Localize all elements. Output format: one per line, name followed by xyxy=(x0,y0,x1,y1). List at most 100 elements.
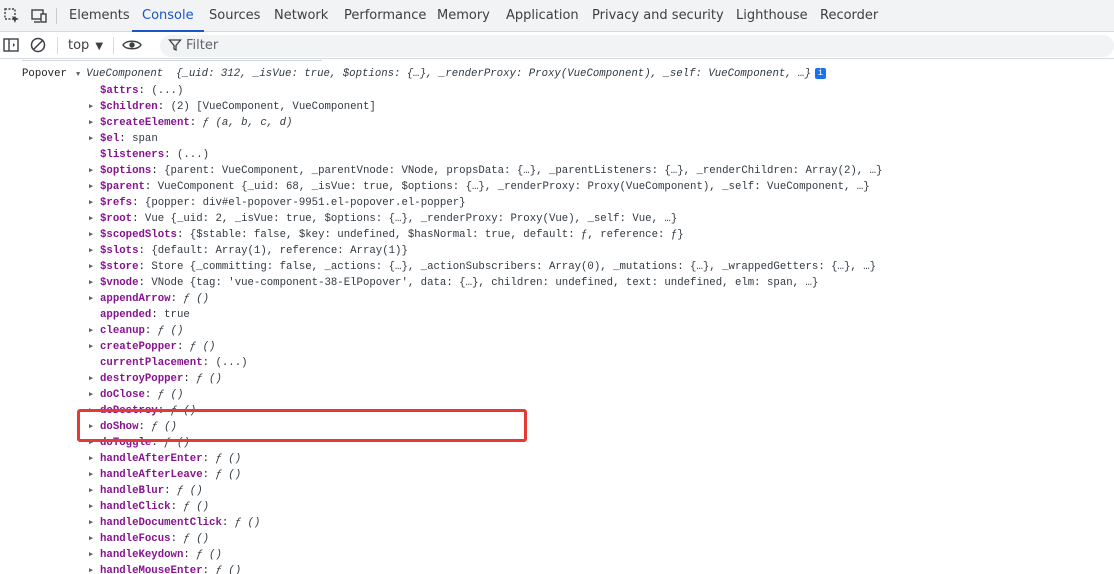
inspect-element-icon[interactable] xyxy=(3,7,21,25)
property-colon: : xyxy=(138,277,152,289)
property-row[interactable]: ▶ appendArrow: ƒ () xyxy=(89,291,209,307)
expand-triangle-icon[interactable]: ▶ xyxy=(89,179,93,195)
log-source: Popover xyxy=(22,68,67,80)
expand-triangle-icon[interactable]: ▶ xyxy=(89,99,93,115)
sidebar-toggle-icon[interactable] xyxy=(2,36,20,54)
live-expression-eye-icon[interactable] xyxy=(121,36,143,54)
property-key: createPopper xyxy=(100,341,177,353)
property-row[interactable]: ▶ doDestroy: ƒ () xyxy=(89,403,196,419)
property-colon: : xyxy=(202,565,216,574)
tab-application[interactable]: Application xyxy=(506,0,579,32)
expand-triangle-icon[interactable]: ▶ xyxy=(89,211,93,227)
expand-triangle-icon[interactable]: ▶ xyxy=(89,323,93,339)
property-colon: : xyxy=(119,133,133,145)
expand-triangle-icon[interactable]: ▶ xyxy=(89,339,93,355)
property-colon: : xyxy=(176,341,190,353)
property-row[interactable]: ▶ $root: Vue {_uid: 2, _isVue: true, $opt… xyxy=(89,211,677,227)
expand-triangle-icon[interactable]: ▶ xyxy=(89,243,93,259)
property-row[interactable]: ▶ handleAfterEnter: ƒ () xyxy=(89,451,241,467)
tab-recorder[interactable]: Recorder xyxy=(820,0,878,32)
property-row[interactable]: ▶ $scopedSlots: {$stable: false, $key: un… xyxy=(89,227,684,243)
expand-triangle-icon[interactable]: ▶ xyxy=(89,387,93,403)
tab-memory[interactable]: Memory xyxy=(437,0,490,32)
tab-network[interactable]: Network xyxy=(274,0,328,32)
expand-triangle-icon[interactable]: ▶ xyxy=(89,531,93,547)
expand-triangle-icon[interactable]: ▶ xyxy=(89,403,93,419)
expand-triangle-icon[interactable]: ▶ xyxy=(89,563,93,574)
property-row: currentPlacement: (...) xyxy=(89,355,248,371)
property-value: ƒ () xyxy=(215,469,242,481)
tab-lighthouse[interactable]: Lighthouse xyxy=(736,0,808,32)
clear-console-icon[interactable] xyxy=(29,36,47,54)
expand-triangle-icon[interactable]: ▶ xyxy=(89,419,93,435)
info-icon: i xyxy=(814,67,826,79)
property-row[interactable]: ▶ $children: (2) [VueComponent, VueCompon… xyxy=(89,99,376,115)
property-colon: : xyxy=(151,437,165,449)
expand-triangle-icon[interactable]: ▶ xyxy=(89,259,93,275)
property-key: $children xyxy=(100,101,158,113)
property-row[interactable]: ▶ doShow: ƒ () xyxy=(89,419,177,435)
expand-triangle-icon[interactable]: ▶ xyxy=(89,515,93,531)
tab-privacy-security[interactable]: Privacy and security xyxy=(592,0,724,32)
property-row: appended: true xyxy=(89,307,190,323)
expand-triangle-icon[interactable]: ▶ xyxy=(89,547,93,563)
property-key: doDestroy xyxy=(100,405,158,417)
tab-performance[interactable]: Performance xyxy=(344,0,426,32)
expand-triangle-icon[interactable]: ▶ xyxy=(89,163,93,179)
property-colon: : xyxy=(189,117,203,129)
property-colon: : xyxy=(151,165,165,177)
property-value: ƒ () xyxy=(196,373,222,385)
property-colon: : xyxy=(170,501,184,513)
property-value: true xyxy=(164,309,190,321)
property-row[interactable]: ▶ $vnode: VNode {tag: 'vue-component-38-E… xyxy=(89,275,818,291)
property-row[interactable]: ▶ doClose: ƒ () xyxy=(89,387,183,403)
property-row[interactable]: ▶ handleMouseEnter: ƒ () xyxy=(89,563,241,574)
property-row[interactable]: ▶ handleFocus: ƒ () xyxy=(89,531,209,547)
device-toolbar-icon[interactable] xyxy=(30,7,48,25)
property-row[interactable]: ▶ $refs: {popper: div#el-popover-9951.el-… xyxy=(89,195,466,211)
property-row[interactable]: ▶ handleClick: ƒ () xyxy=(89,499,209,515)
tab-sources[interactable]: Sources xyxy=(209,0,260,32)
expand-triangle-icon[interactable]: ▶ xyxy=(89,275,93,291)
property-value: ƒ () xyxy=(164,437,190,449)
property-row[interactable]: ▶ createPopper: ƒ () xyxy=(89,339,215,355)
property-row[interactable]: ▶ destroyPopper: ƒ () xyxy=(89,371,222,387)
expand-triangle-icon[interactable]: ▶ xyxy=(89,115,93,131)
expand-triangle-icon[interactable]: ▶ xyxy=(89,131,93,147)
tab-elements[interactable]: Elements xyxy=(69,0,130,32)
property-value: ƒ () xyxy=(183,501,210,513)
property-row[interactable]: ▶ handleAfterLeave: ƒ () xyxy=(89,467,241,483)
property-key: handleDocumentClick xyxy=(100,517,222,529)
expand-triangle-icon[interactable]: ▶ xyxy=(89,227,93,243)
filter-input[interactable]: Filter xyxy=(160,35,1114,57)
property-row[interactable]: ▶ $options: {parent: VueComponent, _paren… xyxy=(89,163,882,179)
property-row[interactable]: ▶ $store: Store {_committing: false, _act… xyxy=(89,259,876,275)
expand-triangle-icon[interactable]: ▶ xyxy=(89,195,93,211)
expand-triangle-icon[interactable]: ▶ xyxy=(89,483,93,499)
property-row[interactable]: ▶ handleBlur: ƒ () xyxy=(89,483,203,499)
property-value: ƒ () xyxy=(183,293,210,305)
log-object-head[interactable]: ▼ VueComponent {_uid: 312, _isVue: true, … xyxy=(76,66,826,82)
property-colon: : xyxy=(157,101,171,113)
property-row[interactable]: ▶ $parent: VueComponent {_uid: 68, _isVue… xyxy=(89,179,870,195)
property-key: $attrs xyxy=(100,85,139,97)
property-row[interactable]: ▶ doToggle: ƒ () xyxy=(89,435,190,451)
tab-console[interactable]: Console xyxy=(132,0,204,32)
property-key: handleClick xyxy=(100,501,171,513)
expand-triangle-icon[interactable]: ▶ xyxy=(89,467,93,483)
expand-triangle-icon[interactable]: ▶ xyxy=(89,435,93,451)
expand-triangle-icon: ▼ xyxy=(76,71,81,79)
expand-triangle-icon[interactable]: ▶ xyxy=(89,499,93,515)
expand-triangle-icon[interactable]: ▶ xyxy=(89,371,93,387)
expand-triangle-icon[interactable]: ▶ xyxy=(89,291,93,307)
property-row[interactable]: ▶ $createElement: ƒ (a, b, c, d) xyxy=(89,115,292,131)
property-key: doToggle xyxy=(100,437,152,449)
property-row[interactable]: ▶ $slots: {default: Array(1), reference: … xyxy=(89,243,408,259)
property-row: $attrs: (...) xyxy=(89,83,183,99)
property-row[interactable]: ▶ cleanup: ƒ () xyxy=(89,323,183,339)
property-row[interactable]: ▶ handleDocumentClick: ƒ () xyxy=(89,515,260,531)
expand-triangle-icon[interactable]: ▶ xyxy=(89,451,93,467)
context-selector[interactable]: top ▼ xyxy=(68,32,103,59)
property-row[interactable]: ▶ handleKeydown: ƒ () xyxy=(89,547,222,563)
property-row[interactable]: ▶ $el: span xyxy=(89,131,158,147)
